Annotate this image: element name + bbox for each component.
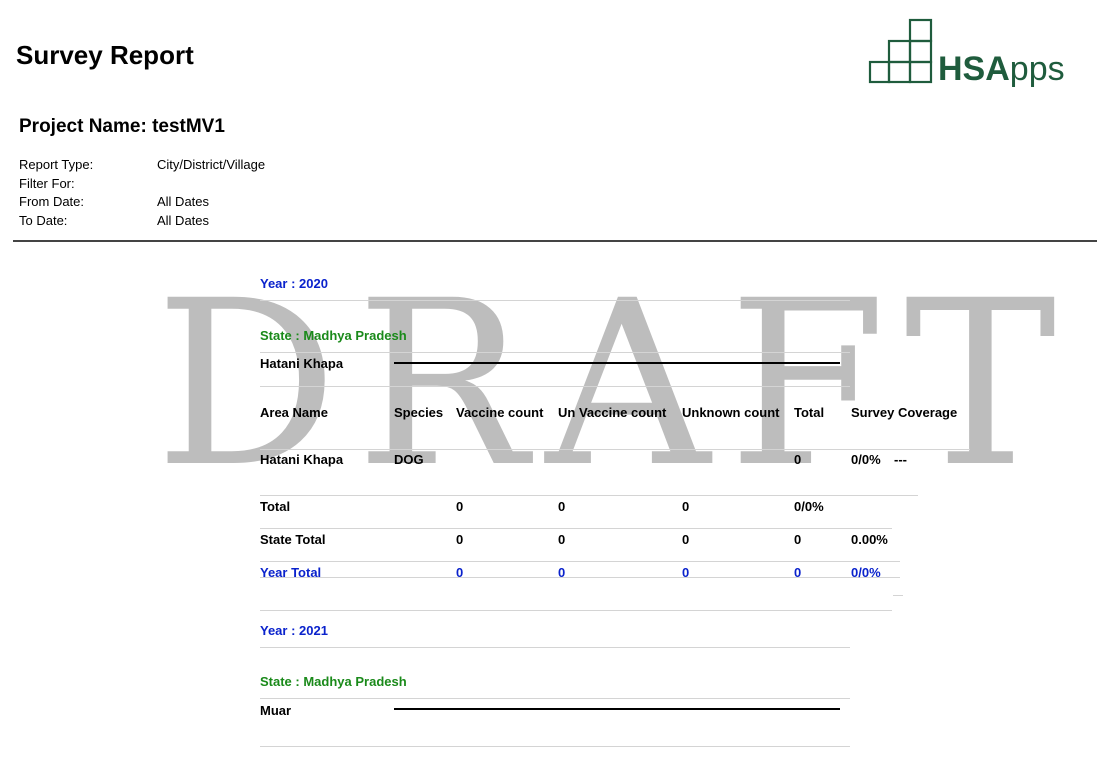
- row-divider: [260, 528, 892, 529]
- state-heading: State : Madhya Pradesh: [260, 328, 407, 343]
- year-total-label: Year Total: [260, 565, 322, 580]
- col-header-total: Total: [794, 405, 825, 420]
- year-total-coverage: 0/0%: [851, 565, 881, 580]
- meta-label-from-date: From Date:: [19, 194, 85, 209]
- year-total-total: 0: [794, 565, 802, 580]
- header-divider: [13, 240, 1097, 242]
- district-underline: [394, 708, 840, 710]
- district-underline: [394, 362, 840, 364]
- col-header-unknown-count: Unknown count: [682, 405, 780, 420]
- state-total-coverage: 0.00%: [851, 532, 888, 547]
- meta-value-to-date: All Dates: [157, 213, 210, 228]
- cell-species: DOG: [394, 452, 424, 467]
- total-vaccine: 0: [456, 499, 464, 514]
- row-divider: [260, 647, 850, 648]
- cell-coverage: 0/0%: [851, 452, 881, 467]
- state-total-vaccine: 0: [456, 532, 464, 547]
- total-unvaccine: 0: [558, 499, 566, 514]
- logo-text: HSApps: [938, 50, 1065, 88]
- meta-label-filter-for: Filter For:: [19, 176, 75, 191]
- row-divider: [260, 300, 850, 301]
- logo-blocks-icon: [868, 18, 933, 84]
- col-header-survey-coverage: Survey Coverage: [851, 405, 958, 420]
- meta-value-report-type: City/District/Village: [157, 157, 266, 172]
- row-divider: [260, 449, 970, 450]
- project-name-heading: Project Name: testMV1: [19, 116, 225, 137]
- year-heading-2021: Year : 2021: [260, 623, 328, 638]
- col-header-unvaccine-count: Un Vaccine count: [558, 405, 667, 420]
- row-divider: [260, 746, 850, 747]
- row-divider: [260, 610, 892, 611]
- report-title: Survey Report: [16, 40, 194, 70]
- col-header-area-name: Area Name: [260, 405, 328, 420]
- row-divider: [260, 495, 918, 496]
- state-total-total: 0: [794, 532, 802, 547]
- row-divider: [260, 698, 850, 699]
- year-total-vaccine: 0: [456, 565, 464, 580]
- year-heading-2020: Year : 2020: [260, 276, 328, 291]
- row-divider: [260, 386, 850, 387]
- state-total-label: State Total: [260, 532, 326, 547]
- total-unknown: 0: [682, 499, 690, 514]
- col-header-vaccine-count: Vaccine count: [456, 405, 544, 420]
- meta-label-to-date: To Date:: [19, 213, 68, 228]
- row-divider: [260, 577, 900, 578]
- total-label: Total: [260, 499, 291, 514]
- cell-extra: ---: [894, 452, 907, 467]
- col-header-species: Species: [394, 405, 444, 420]
- row-divider: [260, 352, 850, 353]
- total-total: 0/0%: [794, 499, 824, 514]
- district-heading: Hatani Khapa: [260, 356, 344, 371]
- year-total-unvaccine: 0: [558, 565, 566, 580]
- state-total-unvaccine: 0: [558, 532, 566, 547]
- hsapps-logo: HSApps: [868, 18, 1078, 92]
- meta-label-report-type: Report Type:: [19, 157, 94, 172]
- project-name-value: testMV1: [152, 116, 225, 137]
- row-divider: [260, 561, 900, 562]
- state-heading-2021: State : Madhya Pradesh: [260, 674, 407, 689]
- state-total-unknown: 0: [682, 532, 690, 547]
- row-divider: [893, 595, 903, 596]
- district-heading-2021: Muar: [260, 703, 292, 718]
- cell-total: 0: [794, 452, 802, 467]
- meta-value-from-date: All Dates: [157, 194, 210, 209]
- year-total-unknown: 0: [682, 565, 690, 580]
- cell-area-name: Hatani Khapa: [260, 452, 344, 467]
